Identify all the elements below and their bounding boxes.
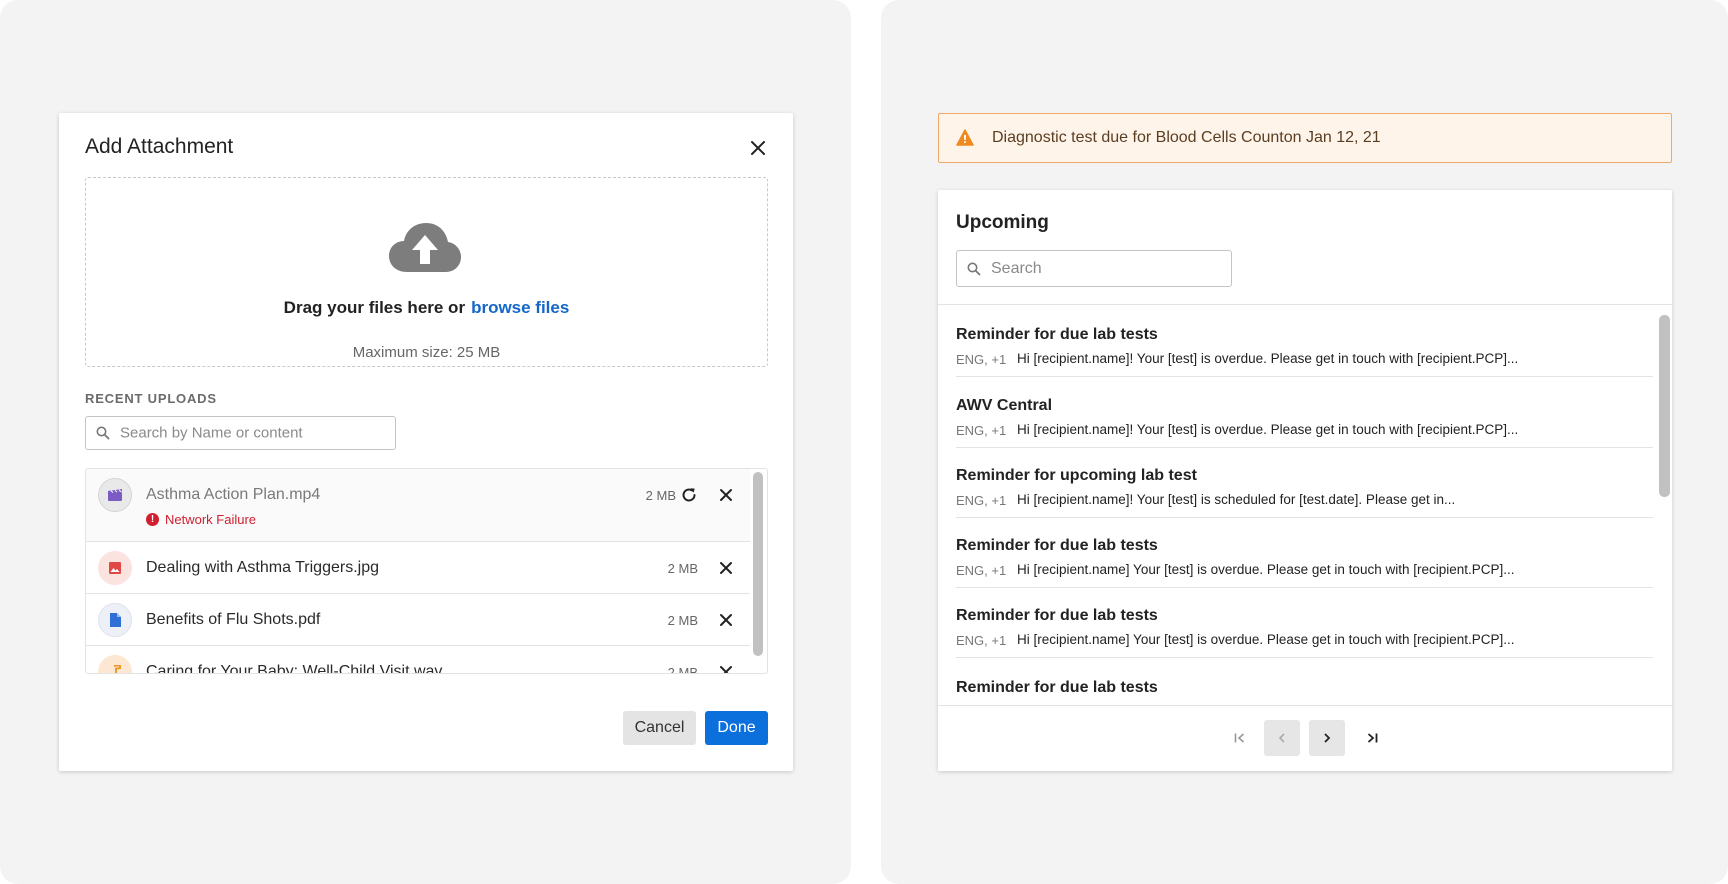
remove-file-icon[interactable] [718, 560, 734, 576]
message-preview: Hi [recipient.name] Your [test] is overd… [1017, 632, 1515, 647]
file-name: Asthma Action Plan.mp4 [146, 486, 321, 503]
image-file-icon [98, 551, 132, 585]
done-button[interactable]: Done [705, 711, 768, 745]
remove-file-icon[interactable] [718, 612, 734, 628]
message-preview: Hi [recipient.name]! Your [test] is sche… [1017, 492, 1456, 507]
file-row: Benefits of Flu Shots.pdf 2 MB [86, 594, 750, 646]
file-name: Caring for Your Baby: Well-Child Visit.w… [146, 663, 443, 674]
file-name: Dealing with Asthma Triggers.jpg [146, 559, 379, 576]
modal-title: Add Attachment [85, 135, 234, 158]
right-panel: Diagnostic test due for Blood Cells Coun… [881, 0, 1728, 884]
warning-icon [956, 129, 974, 146]
cloud-upload-icon [389, 222, 461, 274]
message-preview: Hi [recipient.name]! Your [test] is over… [1017, 351, 1519, 366]
recent-uploads-search-input[interactable]: Search by Name or content [85, 416, 396, 450]
message-title: Reminder for upcoming lab test [956, 467, 1197, 484]
drag-instructions: Drag your files here or browse files [86, 298, 767, 318]
list-item[interactable]: Reminder for due lab tests ENG, +1 Hi [r… [956, 537, 1653, 589]
file-size: 2 MB [667, 561, 698, 576]
divider [956, 447, 1653, 448]
max-size-hint: Maximum size: 25 MB [352, 344, 501, 361]
upcoming-list-scrollbar[interactable] [1659, 315, 1670, 497]
document-file-icon [98, 603, 132, 637]
list-item[interactable]: Reminder for upcoming lab test ENG, +1 H… [956, 467, 1653, 519]
divider [956, 657, 1653, 658]
browse-files-link[interactable]: browse files [471, 298, 569, 317]
search-icon [96, 426, 110, 440]
file-size: 2 MB [667, 665, 698, 674]
first-page-button[interactable] [1222, 720, 1258, 756]
audio-file-icon [98, 655, 132, 673]
message-language: ENG, +1 [956, 563, 1007, 578]
message-language: ENG, +1 [956, 493, 1007, 508]
message-title: Reminder for due lab tests [956, 537, 1158, 554]
file-dropzone[interactable]: Drag your files here or browse files Maxi… [85, 177, 768, 367]
remove-file-icon[interactable] [718, 664, 734, 673]
left-panel: Add Attachment Drag your files here or br… [0, 0, 851, 884]
diagnostic-test-alert: Diagnostic test due for Blood Cells Coun… [938, 113, 1672, 163]
recent-uploads-list[interactable]: Asthma Action Plan.mp4 2 MB ! Network Fai… [85, 468, 768, 674]
next-page-button[interactable] [1309, 720, 1345, 756]
file-size: 2 MB [645, 488, 676, 503]
drag-text: Drag your files here or [283, 298, 466, 317]
search-icon [967, 262, 981, 276]
upcoming-search-input[interactable]: Search [956, 250, 1232, 287]
last-page-button[interactable] [1354, 720, 1390, 756]
pagination [938, 705, 1672, 771]
message-title: AWV Central [956, 397, 1053, 414]
search-placeholder: Search by Name or content [120, 424, 303, 442]
divider [938, 304, 1672, 305]
message-title: Reminder for due lab tests [956, 679, 1158, 696]
list-item[interactable]: AWV Central ENG, +1 Hi [recipient.name]!… [956, 397, 1653, 449]
list-item[interactable]: Reminder for due lab tests [956, 679, 1653, 705]
first-page-icon [1234, 733, 1245, 743]
message-title: Reminder for due lab tests [956, 326, 1158, 343]
chevron-right-icon [1324, 733, 1331, 743]
message-preview: Hi [recipient.name]! Your [test] is over… [1017, 422, 1519, 437]
message-language: ENG, +1 [956, 352, 1007, 367]
video-file-icon [98, 478, 132, 512]
add-attachment-modal: Add Attachment Drag your files here or br… [59, 113, 793, 771]
message-language: ENG, +1 [956, 423, 1007, 438]
upcoming-title: Upcoming [956, 212, 1049, 233]
message-preview: Hi [recipient.name] Your [test] is overd… [1017, 562, 1515, 577]
file-row: Dealing with Asthma Triggers.jpg 2 MB [86, 542, 750, 594]
cancel-button[interactable]: Cancel [623, 711, 696, 745]
divider [956, 376, 1653, 377]
message-language: ENG, +1 [956, 633, 1007, 648]
upload-error: ! Network Failure [146, 512, 256, 527]
file-size: 2 MB [667, 613, 698, 628]
list-item[interactable]: Reminder for due lab tests ENG, +1 Hi [r… [956, 326, 1653, 378]
upcoming-card: Upcoming Search Reminder for due lab tes… [938, 190, 1672, 771]
error-icon: ! [146, 513, 159, 526]
file-list-scrollbar[interactable] [753, 472, 763, 656]
remove-file-icon[interactable] [718, 487, 734, 503]
close-icon[interactable] [747, 137, 769, 159]
file-name: Benefits of Flu Shots.pdf [146, 611, 321, 628]
file-row: Asthma Action Plan.mp4 2 MB ! Network Fai… [86, 469, 750, 542]
divider [956, 517, 1653, 518]
recent-uploads-label: RECENT UPLOADS [85, 391, 217, 406]
retry-icon[interactable] [680, 486, 698, 504]
file-row: Caring for Your Baby: Well-Child Visit.w… [86, 646, 750, 674]
previous-page-button[interactable] [1264, 720, 1300, 756]
last-page-icon [1367, 733, 1378, 743]
alert-message: Diagnostic test due for Blood Cells Coun… [992, 129, 1381, 146]
chevron-left-icon [1278, 733, 1285, 743]
list-item[interactable]: Reminder for due lab tests ENG, +1 Hi [r… [956, 607, 1653, 659]
divider [956, 587, 1653, 588]
error-text: Network Failure [165, 512, 257, 527]
message-title: Reminder for due lab tests [956, 607, 1158, 624]
search-placeholder: Search [991, 259, 1042, 277]
